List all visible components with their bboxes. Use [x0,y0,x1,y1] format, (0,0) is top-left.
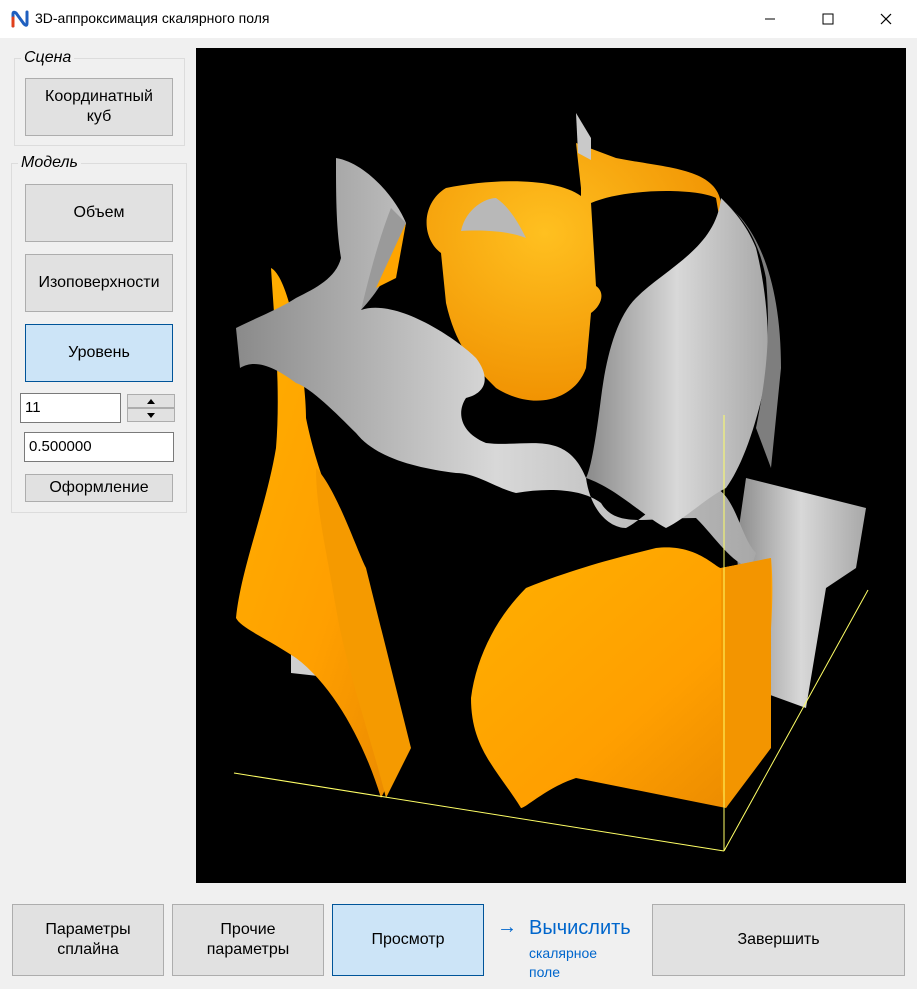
window-title: 3D-аппроксимация скалярного поля [35,10,270,26]
close-icon [880,13,892,25]
caret-down-icon [147,412,155,418]
maximize-button[interactable] [799,0,857,38]
finish-button[interactable]: Завершить [652,904,905,976]
preview-button[interactable]: Просмотр [332,904,484,976]
minimize-button[interactable] [741,0,799,38]
maximize-icon [822,13,834,25]
title-bar[interactable]: 3D-аппроксимация скалярного поля [0,0,917,38]
isosurfaces-button[interactable]: Изоповерхности [25,254,173,312]
level-count-stepper[interactable] [127,394,175,422]
stepper-down-button[interactable] [127,408,175,422]
scalar-field-isosurface-render [233,113,869,852]
arrow-right-icon: → [497,916,517,938]
level-count-input[interactable]: 11 [20,393,121,423]
model-group-legend: Модель [18,154,81,172]
coordinate-cube-button[interactable]: Координатный куб [25,78,173,136]
level-button[interactable]: Уровень [25,324,173,382]
stepper-up-button[interactable] [127,394,175,408]
caret-up-icon [147,398,155,404]
close-button[interactable] [857,0,915,38]
level-value-input[interactable]: 0.500000 [24,432,174,462]
scene-group-legend: Сцена [21,49,75,67]
volume-button[interactable]: Объем [25,184,173,242]
minimize-icon [765,18,775,20]
app-logo-icon [11,10,29,28]
compute-link[interactable]: Вычислить [529,917,631,940]
spline-params-button[interactable]: Параметры сплайна [12,904,164,976]
compute-link-subtitle[interactable]: скалярное поле [529,944,639,982]
other-params-button[interactable]: Прочие параметры [172,904,324,976]
design-button[interactable]: Оформление [25,474,173,502]
3d-viewport[interactable] [196,48,906,883]
